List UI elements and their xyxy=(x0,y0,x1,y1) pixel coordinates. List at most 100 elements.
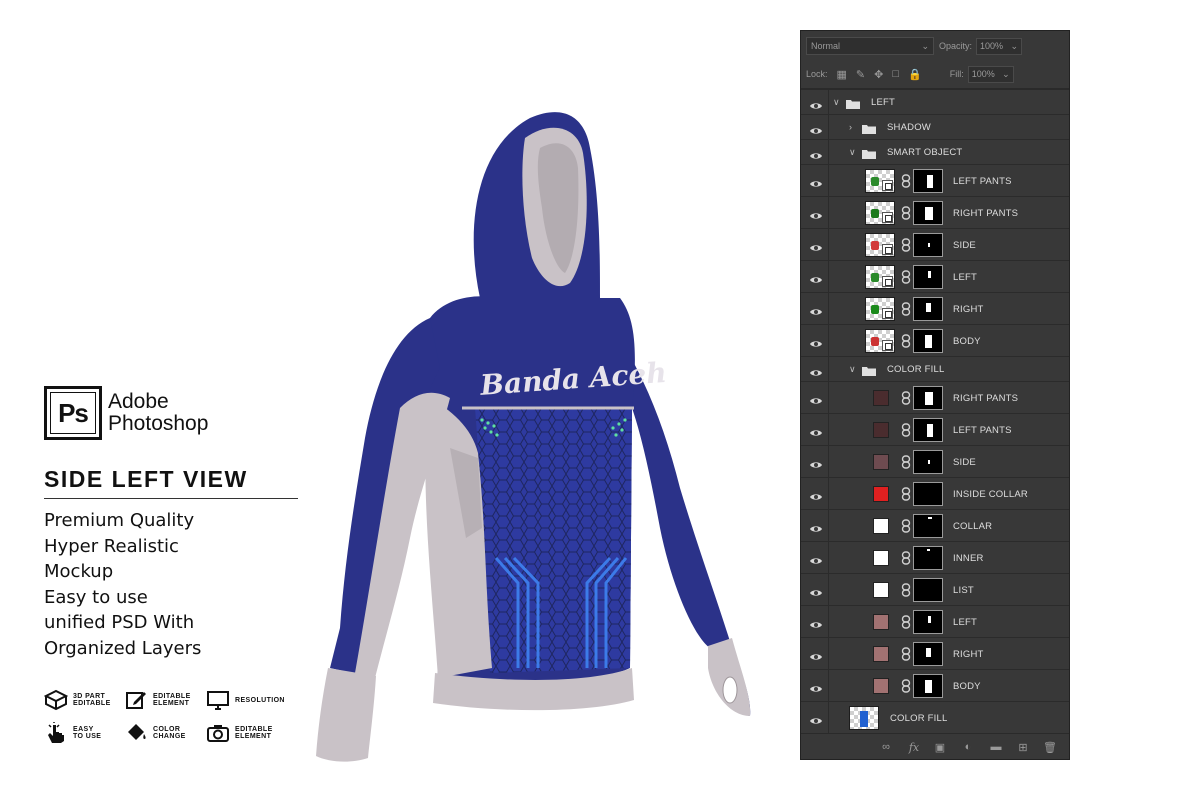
color-fill-swatch[interactable] xyxy=(873,454,889,470)
eye-icon[interactable] xyxy=(809,649,823,660)
eye-icon[interactable] xyxy=(809,365,823,376)
chevron-right-icon[interactable]: › xyxy=(849,122,852,132)
lock-move-icon[interactable]: ✥ xyxy=(874,68,883,81)
color-fill-swatch[interactable] xyxy=(873,550,889,566)
layer-row[interactable]: ∨ LEFT xyxy=(801,90,1069,115)
link-icon[interactable] xyxy=(901,334,911,348)
layer-row[interactable]: SIDE xyxy=(801,229,1069,261)
layer-mask-thumbnail[interactable] xyxy=(913,169,943,193)
link-icon[interactable] xyxy=(901,270,911,284)
layer-mask-thumbnail[interactable] xyxy=(913,514,943,538)
eye-icon[interactable] xyxy=(809,176,823,187)
layer-mask-thumbnail[interactable] xyxy=(913,450,943,474)
eye-icon[interactable] xyxy=(809,272,823,283)
chevron-down-icon[interactable]: ∨ xyxy=(849,364,856,375)
link-icon[interactable] xyxy=(901,583,911,597)
eye-icon[interactable] xyxy=(809,425,823,436)
eye-icon[interactable] xyxy=(809,713,823,724)
lock-artboard-icon[interactable]: □ xyxy=(892,68,899,80)
eye-icon[interactable] xyxy=(809,617,823,628)
layer-mask-thumbnail[interactable] xyxy=(913,265,943,289)
layer-row[interactable]: RIGHT PANTS xyxy=(801,382,1069,414)
link-icon[interactable] xyxy=(901,391,911,405)
adjustment-icon[interactable]: ◐ xyxy=(961,740,975,754)
color-fill-swatch[interactable] xyxy=(873,486,889,502)
link-icon[interactable] xyxy=(901,455,911,469)
eye-icon[interactable] xyxy=(809,521,823,532)
layer-mask-thumbnail[interactable] xyxy=(913,546,943,570)
blend-mode-select[interactable]: Normal ⌄ xyxy=(806,37,934,55)
layer-mask-thumbnail[interactable] xyxy=(913,642,943,666)
layer-row[interactable]: LEFT PANTS xyxy=(801,414,1069,446)
eye-icon[interactable] xyxy=(809,457,823,468)
layer-mask-thumbnail[interactable] xyxy=(913,610,943,634)
eye-icon[interactable] xyxy=(809,304,823,315)
color-fill-swatch[interactable] xyxy=(873,646,889,662)
color-fill-swatch[interactable] xyxy=(873,582,889,598)
layer-row[interactable]: BODY xyxy=(801,670,1069,702)
new-layer-icon[interactable]: ⊞ xyxy=(1016,740,1030,754)
color-fill-swatch[interactable] xyxy=(873,422,889,438)
opacity-input[interactable]: 100% ⌄ xyxy=(976,37,1023,55)
fx-icon[interactable]: fx xyxy=(907,740,921,754)
layer-row[interactable]: › SHADOW xyxy=(801,115,1069,140)
color-fill-swatch[interactable] xyxy=(873,614,889,630)
eye-icon[interactable] xyxy=(809,148,823,159)
layer-mask-thumbnail[interactable] xyxy=(913,201,943,225)
link-icon[interactable] xyxy=(901,679,911,693)
color-fill-swatch[interactable] xyxy=(873,518,889,534)
eye-icon[interactable] xyxy=(809,585,823,596)
color-fill-swatch[interactable] xyxy=(873,678,889,694)
eye-icon[interactable] xyxy=(809,98,823,109)
layer-row[interactable]: INNER xyxy=(801,542,1069,574)
layer-row[interactable]: RIGHT PANTS xyxy=(801,197,1069,229)
link-icon[interactable] xyxy=(901,238,911,252)
layer-row[interactable]: ∨ SMART OBJECT xyxy=(801,140,1069,165)
link-icon[interactable] xyxy=(901,615,911,629)
eye-icon[interactable] xyxy=(809,208,823,219)
eye-icon[interactable] xyxy=(809,240,823,251)
link-icon[interactable] xyxy=(901,519,911,533)
link-icon[interactable] xyxy=(901,302,911,316)
layer-mask-thumbnail[interactable] xyxy=(913,297,943,321)
chevron-down-icon[interactable]: ∨ xyxy=(849,147,856,158)
lock-transparent-icon[interactable]: ▦ xyxy=(837,68,847,81)
eye-icon[interactable] xyxy=(809,681,823,692)
layer-row[interactable]: BODY xyxy=(801,325,1069,357)
folder-icon[interactable]: ▬ xyxy=(989,740,1003,754)
layer-mask-thumbnail[interactable] xyxy=(913,418,943,442)
eye-icon[interactable] xyxy=(809,336,823,347)
layer-row[interactable]: LEFT PANTS xyxy=(801,165,1069,197)
color-fill-swatch[interactable] xyxy=(873,390,889,406)
eye-icon[interactable] xyxy=(809,123,823,134)
link-icon[interactable] xyxy=(901,174,911,188)
layer-row[interactable]: LEFT xyxy=(801,261,1069,293)
layer-mask-thumbnail[interactable] xyxy=(913,329,943,353)
layer-mask-thumbnail[interactable] xyxy=(913,674,943,698)
layer-mask-thumbnail[interactable] xyxy=(913,386,943,410)
layer-mask-thumbnail[interactable] xyxy=(913,482,943,506)
fill-input[interactable]: 100% ⌄ xyxy=(967,65,1014,83)
layer-row[interactable]: LEFT xyxy=(801,606,1069,638)
eye-icon[interactable] xyxy=(809,553,823,564)
layer-row[interactable]: RIGHT xyxy=(801,293,1069,325)
layer-row[interactable]: COLOR FILL xyxy=(801,702,1069,734)
link-icon[interactable] xyxy=(901,487,911,501)
eye-icon[interactable] xyxy=(809,393,823,404)
layer-row[interactable]: ∨ COLOR FILL xyxy=(801,357,1069,382)
link-icon[interactable] xyxy=(901,423,911,437)
link-icon[interactable] xyxy=(901,647,911,661)
link-icon[interactable] xyxy=(901,551,911,565)
eye-icon[interactable] xyxy=(809,489,823,500)
layer-mask-thumbnail[interactable] xyxy=(913,233,943,257)
layer-row[interactable]: LIST xyxy=(801,574,1069,606)
layer-row[interactable]: RIGHT xyxy=(801,638,1069,670)
layer-row[interactable]: COLLAR xyxy=(801,510,1069,542)
chevron-down-icon[interactable]: ∨ xyxy=(833,97,840,108)
mask-icon[interactable]: ▣ xyxy=(933,740,947,754)
layer-row[interactable]: INSIDE COLLAR xyxy=(801,478,1069,510)
link-icon[interactable]: ∞ xyxy=(879,740,893,754)
layer-row[interactable]: SIDE xyxy=(801,446,1069,478)
trash-icon[interactable]: 🗑 xyxy=(1043,740,1057,754)
lock-brush-icon[interactable]: ✎ xyxy=(856,68,865,81)
